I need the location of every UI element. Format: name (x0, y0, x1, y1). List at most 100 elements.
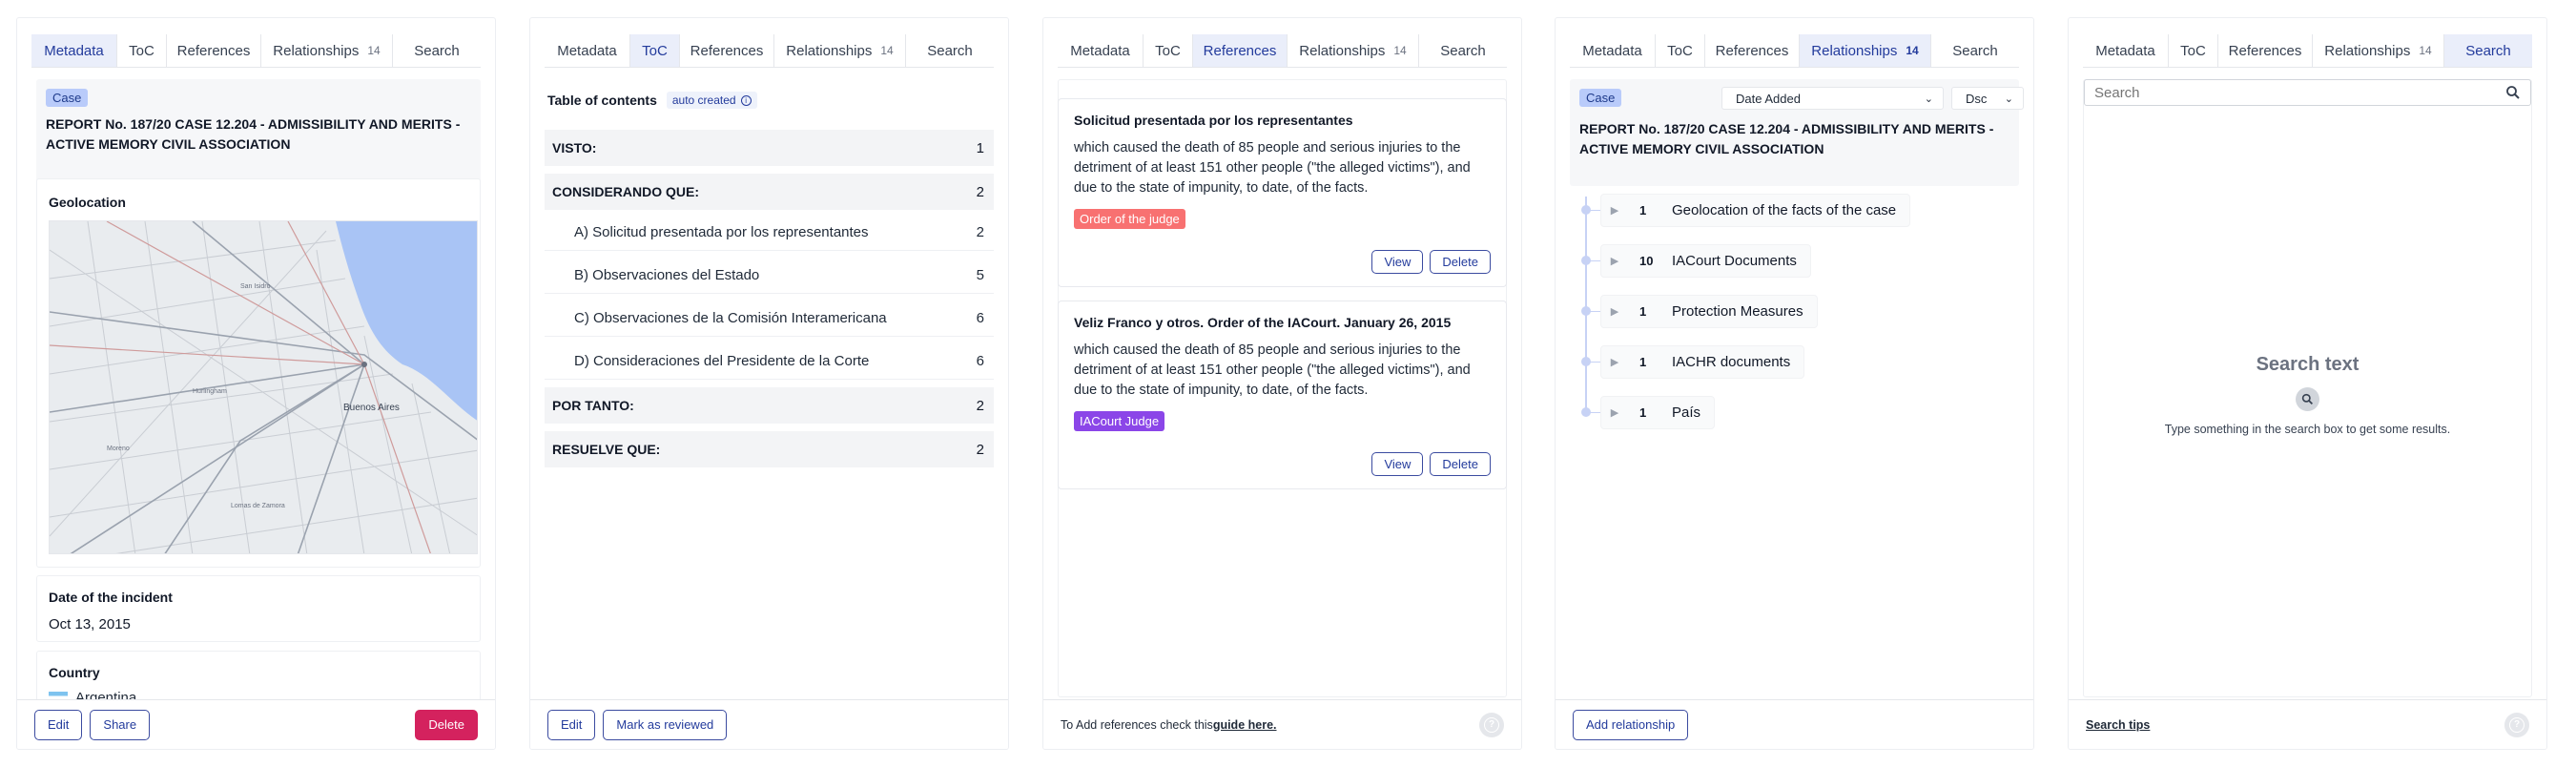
tab-toc[interactable]: ToC (630, 34, 680, 67)
tab-metadata[interactable]: Metadata (1058, 34, 1144, 67)
view-button[interactable]: View (1371, 452, 1424, 476)
expand-icon[interactable]: ▶ (1601, 255, 1628, 267)
help-icon[interactable]: ? (1479, 712, 1504, 737)
toc-item[interactable]: CONSIDERANDO QUE: 2 (545, 174, 994, 210)
tab-references[interactable]: References (680, 34, 774, 67)
delete-button[interactable]: Delete (415, 709, 478, 740)
chevron-down-icon: ⌄ (2004, 93, 2013, 105)
geolocation-card: Geolocation Buenos Aires Hurlingham San … (36, 178, 481, 568)
toc-item[interactable]: POR TANTO: 2 (545, 387, 994, 424)
date-label: Date of the incident (49, 590, 173, 605)
relationship-group[interactable]: ▶ 1 País (1600, 396, 1716, 429)
reference-text: which caused the death of 85 people and … (1074, 342, 1471, 398)
toc-item-count: 6 (976, 353, 984, 369)
reference-card: Veliz Franco y otros. Order of the IACou… (1058, 301, 1507, 489)
tab-search[interactable]: Search (906, 34, 994, 67)
tab-label: References (2228, 42, 2302, 59)
tab-label: Search (414, 42, 460, 59)
toc-item[interactable]: RESUELVE QUE: 2 (545, 431, 994, 467)
tab-relationships[interactable]: Relationships 14 (2313, 34, 2444, 67)
tab-metadata[interactable]: Metadata (545, 34, 630, 67)
chevron-down-icon: ⌄ (1924, 93, 1933, 105)
search-icon[interactable] (2505, 85, 2521, 100)
tab-references[interactable]: References (1193, 34, 1288, 67)
metadata-footer: Edit Share Delete (17, 699, 495, 749)
magnifier-icon (2296, 387, 2319, 411)
tab-references[interactable]: References (1705, 34, 1800, 67)
tab-label: ToC (1155, 42, 1181, 59)
guide-link[interactable]: guide here. (1213, 718, 1277, 732)
tab-label: ToC (642, 42, 668, 59)
tab-metadata[interactable]: Metadata (2083, 34, 2169, 67)
order-select[interactable]: Dsc ⌄ (1951, 87, 2024, 110)
country-label: Country (49, 665, 100, 680)
toc-item-label: POR TANTO: (552, 398, 634, 413)
toc-heading: Table of contents (547, 93, 657, 108)
tab-label: Search (1952, 42, 1998, 59)
tab-toc[interactable]: ToC (1144, 34, 1193, 67)
toc-item[interactable]: D) Consideraciones del Presidente de la … (545, 343, 994, 380)
relationship-group[interactable]: ▶ 1 Protection Measures (1600, 295, 1818, 328)
tab-search[interactable]: Search (393, 34, 481, 67)
expand-icon[interactable]: ▶ (1601, 305, 1628, 318)
tab-relationships[interactable]: Relationships 14 (1800, 34, 1931, 67)
reference-text: which caused the death of 85 people and … (1074, 140, 1471, 196)
tab-label: ToC (2180, 42, 2206, 59)
reference-actions: View Delete (1371, 452, 1491, 476)
tab-references[interactable]: References (167, 34, 261, 67)
relationship-group[interactable]: ▶ 1 IACHR documents (1600, 345, 1805, 379)
sort-select[interactable]: Date Added ⌄ (1721, 87, 1944, 110)
expand-icon[interactable]: ▶ (1601, 406, 1628, 419)
tab-label: ToC (129, 42, 155, 59)
order-select-value: Dsc (1966, 91, 1988, 106)
toc-item[interactable]: C) Observaciones de la Comisión Interame… (545, 301, 994, 337)
delete-button[interactable]: Delete (1430, 452, 1491, 476)
info-icon[interactable]: i (740, 94, 752, 106)
map[interactable]: Buenos Aires Hurlingham San Isidro Lomas… (49, 220, 478, 554)
tab-relationships[interactable]: Relationships 14 (1288, 34, 1419, 67)
tab-relationships[interactable]: Relationships 14 (774, 34, 906, 67)
geolocation-label: Geolocation (49, 195, 126, 210)
tab-references[interactable]: References (2218, 34, 2313, 67)
view-button[interactable]: View (1371, 250, 1424, 274)
toc-item-label: B) Observaciones del Estado (574, 267, 760, 283)
toc-item[interactable]: B) Observaciones del Estado 5 (545, 258, 994, 294)
relationship-count: 1 (1639, 304, 1647, 319)
help-icon[interactable]: ? (2504, 712, 2529, 737)
expand-icon[interactable]: ▶ (1601, 204, 1628, 217)
add-relationship-button[interactable]: Add relationship (1573, 709, 1689, 740)
share-button[interactable]: Share (90, 709, 151, 740)
expand-icon[interactable]: ▶ (1601, 356, 1628, 368)
tab-label: Metadata (44, 42, 104, 59)
mark-reviewed-button[interactable]: Mark as reviewed (603, 709, 728, 740)
tab-search[interactable]: Search (1419, 34, 1507, 67)
tab-relationships[interactable]: Relationships 14 (261, 34, 393, 67)
search-input[interactable] (2094, 84, 2505, 101)
toc-item[interactable]: A) Solicitud presentada por los represen… (545, 215, 994, 251)
tab-metadata[interactable]: Metadata (1570, 34, 1656, 67)
tab-metadata[interactable]: Metadata (31, 34, 117, 67)
search-tips-link[interactable]: Search tips (2086, 718, 2150, 732)
relationship-group[interactable]: ▶ 10 IACourt Documents (1600, 244, 1811, 278)
edit-button[interactable]: Edit (34, 709, 83, 740)
delete-button[interactable]: Delete (1430, 250, 1491, 274)
footer-hint: To Add references check this (1061, 717, 1213, 732)
relationship-count: 1 (1639, 203, 1647, 218)
date-card: Date of the incident Oct 13, 2015 (36, 575, 481, 642)
relationship-count: 1 (1639, 405, 1647, 420)
tab-toc[interactable]: ToC (2169, 34, 2218, 67)
entity-title: REPORT No. 187/20 CASE 12.204 - ADMISSIB… (1579, 121, 1994, 156)
toc-header: Table of contents auto created i (547, 92, 757, 109)
metadata-panel: Metadata ToC References Relationships 14 … (16, 17, 496, 750)
tab-toc[interactable]: ToC (1656, 34, 1705, 67)
tab-search[interactable]: Search (1931, 34, 2019, 67)
toc-item-label: A) Solicitud presentada por los represen… (574, 224, 869, 240)
tab-search[interactable]: Search (2444, 34, 2532, 67)
relationship-group[interactable]: ▶ 1 Geolocation of the facts of the case (1600, 194, 1911, 227)
toc-item-count: 2 (976, 224, 984, 240)
edit-button[interactable]: Edit (547, 709, 596, 740)
reference-actions: View Delete (1371, 250, 1491, 274)
tab-toc[interactable]: ToC (117, 34, 167, 67)
toc-item[interactable]: VISTO: 1 (545, 130, 994, 166)
relationship-label: IACourt Documents (1672, 253, 1797, 269)
